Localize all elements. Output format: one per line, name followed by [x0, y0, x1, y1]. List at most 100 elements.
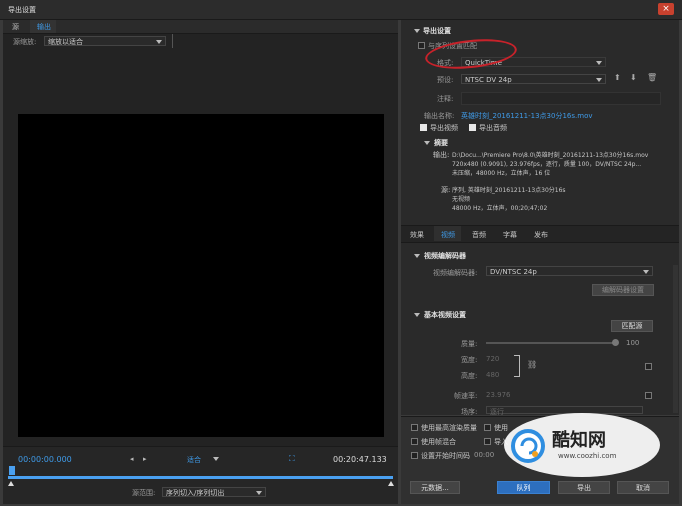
frame-blending-checkbox[interactable]: [411, 438, 418, 445]
collapse-triangle-icon[interactable]: [414, 29, 420, 33]
export-video-label: 导出视频: [430, 124, 458, 132]
tab-audio[interactable]: 音频: [472, 230, 486, 240]
preset-dropdown[interactable]: NTSC DV 24p: [461, 74, 606, 84]
tab-publish[interactable]: 发布: [534, 230, 548, 240]
use-previews-checkbox[interactable]: [484, 424, 491, 431]
queue-button[interactable]: 队列: [497, 481, 550, 494]
window-title: 导出设置: [8, 6, 36, 14]
height-value[interactable]: 480: [486, 371, 499, 379]
basic-video-header: 基本视频设置: [424, 311, 466, 319]
scrollbar[interactable]: [673, 265, 678, 413]
fit-frame-icon[interactable]: ⛶: [289, 454, 295, 464]
preset-label: 预设:: [437, 76, 454, 84]
frame-blending-label: 使用帧混合: [421, 438, 456, 446]
start-timecode-value[interactable]: 00:00: [474, 451, 494, 459]
tab-video[interactable]: 视频: [441, 230, 455, 240]
codec-triangle-icon[interactable]: [414, 254, 420, 258]
import-preset-icon[interactable]: ⬇: [630, 73, 637, 82]
output-name-link[interactable]: 英雄时刻_20161211-13点30分16s.mov: [461, 111, 593, 121]
source-scaling-dropdown[interactable]: 缩放以适合: [44, 36, 166, 46]
playhead[interactable]: [9, 466, 15, 475]
summary-source-line-2: 无视频: [452, 196, 471, 203]
delete-preset-icon[interactable]: 🗑: [647, 73, 657, 82]
frame-rate-checkbox[interactable]: [645, 392, 652, 399]
chevron-down-icon: [643, 270, 649, 274]
match-sequence-checkbox[interactable]: [418, 42, 425, 49]
tab-effects[interactable]: 效果: [410, 230, 424, 240]
tab-output[interactable]: 输出: [37, 22, 51, 32]
fit-dropdown-icon[interactable]: [213, 457, 219, 461]
width-label: 宽度:: [461, 356, 478, 364]
summary-source-label: 源:: [441, 186, 451, 194]
max-render-checkbox[interactable]: [411, 424, 418, 431]
basic-video-triangle-icon[interactable]: [414, 313, 420, 317]
video-codec-value: DV/NTSC 24p: [490, 268, 537, 276]
close-button[interactable]: ×: [658, 3, 674, 15]
video-codec-label: 视频编解码器:: [433, 269, 478, 277]
comments-input[interactable]: [461, 92, 661, 105]
output-name-label: 输出名称:: [424, 112, 455, 120]
source-range-label: 源范围:: [132, 489, 156, 497]
summary-output-line-1: D:\Docu...\Premiere Pro\8.0\英雄时刻_2016121…: [452, 152, 649, 159]
quality-label: 质量:: [461, 340, 478, 348]
max-render-label: 使用最高渲染质量: [421, 424, 477, 432]
chevron-down-icon: [596, 61, 602, 65]
summary-header: 摘要: [434, 139, 448, 147]
divider: [172, 34, 173, 48]
chain-link-icon[interactable]: ⛓: [527, 360, 537, 369]
height-label: 高度:: [461, 372, 478, 380]
export-audio-label: 导出音频: [479, 124, 507, 132]
step-back-icon[interactable]: ◂: [130, 455, 134, 463]
width-height-checkbox[interactable]: [645, 363, 652, 370]
in-point-marker[interactable]: [8, 481, 14, 486]
summary-source-line-1: 序列, 英雄时刻_20161211-13点30分16s: [452, 187, 566, 194]
tab-captions[interactable]: 字幕: [503, 230, 517, 240]
preset-value: NTSC DV 24p: [465, 76, 512, 84]
source-scaling-value: 缩放以适合: [48, 38, 83, 46]
fit-zoom[interactable]: 适合: [187, 455, 201, 465]
cancel-button[interactable]: 取消: [617, 481, 669, 494]
frame-rate-value[interactable]: 23.976: [486, 391, 511, 399]
start-timecode-checkbox[interactable]: [411, 452, 418, 459]
out-point-marker[interactable]: [388, 481, 394, 486]
start-timecode-label: 设置开始时间码: [421, 452, 470, 460]
summary-output-label: 输出:: [433, 151, 450, 159]
summary-triangle-icon[interactable]: [424, 141, 430, 145]
import-checkbox[interactable]: [484, 438, 491, 445]
summary-source-line-3: 48000 Hz，立体声，00;20;47;02: [452, 205, 548, 212]
match-source-button[interactable]: 匹配源: [611, 320, 653, 332]
summary-output-line-3: 未压缩，48000 Hz，立体声，16 位: [452, 170, 551, 177]
frame-rate-label: 帧速率:: [454, 392, 478, 400]
coozhi-watermark: 酷知网 www.coozhi.com: [500, 410, 665, 480]
tab-strip: [3, 20, 398, 34]
timeline-bar[interactable]: [8, 476, 393, 479]
export-settings-header: 导出设置: [423, 27, 451, 35]
chevron-down-icon: [596, 78, 602, 82]
comments-label: 注释:: [437, 95, 454, 103]
export-button[interactable]: 导出: [558, 481, 610, 494]
metadata-button[interactable]: 元数据...: [410, 481, 460, 494]
video-codec-dropdown[interactable]: DV/NTSC 24p: [486, 266, 653, 276]
title-bar: 导出设置 ×: [0, 0, 682, 20]
tab-source[interactable]: 源: [12, 22, 19, 32]
source-range-dropdown[interactable]: 序列切入/序列切出: [162, 487, 266, 497]
source-range-value: 序列切入/序列切出: [166, 489, 225, 497]
chevron-down-icon: [256, 491, 262, 495]
in-timecode[interactable]: 00:00:00.000: [18, 455, 72, 464]
quality-slider-thumb[interactable]: [612, 339, 619, 346]
quality-slider[interactable]: [486, 342, 616, 344]
export-video-checkbox[interactable]: [420, 124, 427, 131]
video-codec-header: 视频编解码器: [424, 252, 466, 260]
export-audio-checkbox[interactable]: [469, 124, 476, 131]
aspect-bracket: [514, 355, 520, 377]
video-preview: [18, 114, 384, 437]
quality-value[interactable]: 100: [626, 339, 639, 347]
out-timecode: 00:20:47.133: [333, 455, 387, 464]
chevron-down-icon: [156, 40, 162, 44]
width-value[interactable]: 720: [486, 355, 499, 363]
codec-settings-button[interactable]: 编解码器设置: [592, 284, 654, 296]
save-preset-icon[interactable]: ⬆: [614, 73, 621, 82]
source-scaling-label: 源缩放:: [13, 38, 37, 46]
summary-output-line-2: 720x480 (0.9091), 23.976fps，逐行，质量 100，DV…: [452, 161, 642, 168]
step-forward-icon[interactable]: ▸: [143, 455, 147, 463]
